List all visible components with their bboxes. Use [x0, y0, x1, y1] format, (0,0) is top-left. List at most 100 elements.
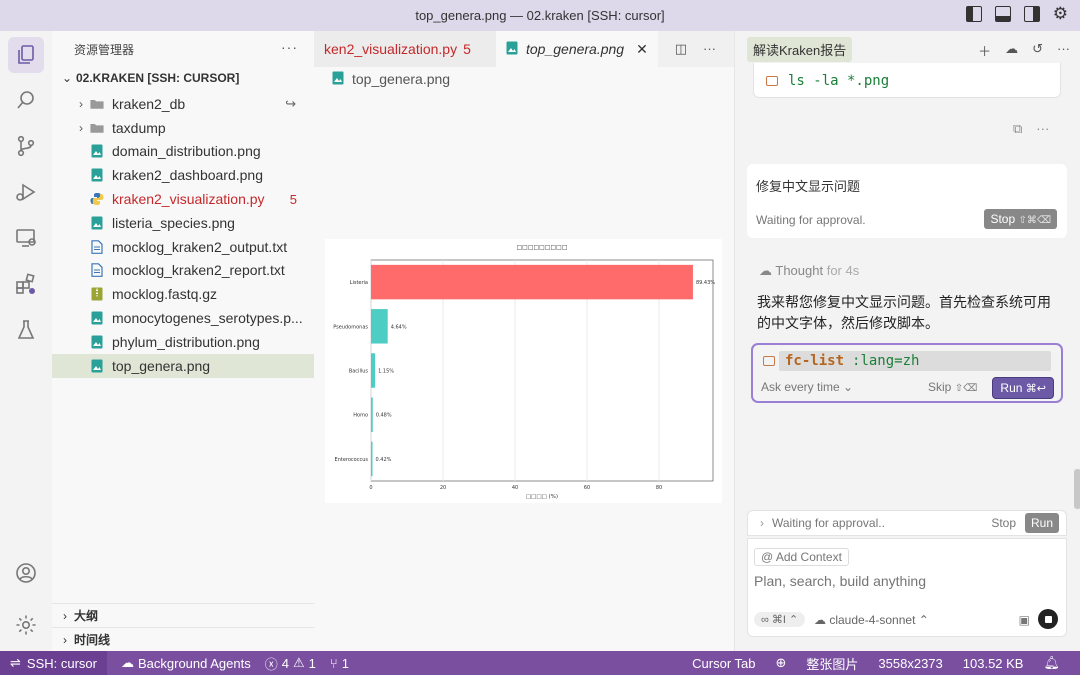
cursor-tab[interactable]: Cursor Tab	[692, 656, 755, 671]
file-item[interactable]: kraken2_visualization.py 5	[52, 187, 314, 211]
image-attach-icon[interactable]: ▣	[1019, 613, 1030, 627]
run-button[interactable]: Run ⌘↩	[992, 377, 1054, 399]
split-editor-icon[interactable]: ◫	[675, 41, 687, 57]
remote-indicator[interactable]: ⇌ SSH: cursor	[0, 651, 107, 675]
y-tick-label: Enterococcus	[335, 457, 369, 463]
toggle-panel-icon[interactable]	[994, 6, 1011, 22]
more-actions-icon[interactable]: ···	[703, 41, 716, 57]
error-count: 4	[281, 655, 289, 671]
image-dimensions: 3558x2373	[878, 655, 943, 671]
top-genera-chart: 0 20 40 60 80 Listeria 89.43% Pseudomonas 4.64% B…	[325, 239, 722, 503]
close-icon[interactable]: ✕	[636, 41, 648, 58]
problems-indicator[interactable]: ⓧ 4 ⚠ 1	[265, 654, 316, 673]
model-selector[interactable]: ☁ claude-4-sonnet ⌃	[814, 613, 929, 627]
tree-item-label: taxdump	[112, 119, 166, 136]
thought-label: Thought	[775, 263, 824, 278]
copy-icon[interactable]: ⧉	[1013, 121, 1022, 137]
brain-icon: ☁	[759, 263, 772, 278]
x-tick-label: 60	[584, 485, 590, 491]
bottom-run-button[interactable]: Run	[1024, 513, 1059, 533]
skip-button[interactable]: Skip ⇧⌫	[928, 380, 977, 394]
remote-explorer-icon[interactable]	[8, 220, 44, 256]
approval-status: Waiting for approval..	[772, 516, 885, 530]
settings-gear-icon[interactable]: ⚙	[1053, 5, 1068, 22]
chevron-right-icon[interactable]: ›	[760, 516, 764, 530]
more-actions-icon[interactable]: ···	[281, 39, 298, 55]
background-agents-label: Background Agents	[137, 655, 251, 671]
workspace-root[interactable]: ⌄ 02.KRAKEN [SSH: CURSOR]	[52, 67, 314, 89]
background-agents[interactable]: ☁ Background Agents	[121, 655, 251, 671]
chevron-right-icon: ›	[63, 608, 67, 623]
image-mode[interactable]: 整张图片	[806, 654, 858, 673]
thought-indicator[interactable]: ☁ Thought for 4s	[759, 263, 859, 279]
scrollbar-thumb[interactable]	[1074, 469, 1080, 509]
image-file-icon	[90, 334, 104, 350]
new-chat-icon[interactable]: ＋	[978, 41, 991, 60]
image-filesize: 103.52 KB	[962, 655, 1024, 671]
chat-input[interactable]	[754, 573, 1054, 589]
tree-item-label: kraken2_dashboard.png	[112, 167, 264, 184]
notifications-bell-icon[interactable]: 🔔︎	[1043, 655, 1060, 671]
file-item[interactable]: top_genera.png	[52, 353, 314, 378]
image-preview: 0 20 40 60 80 Listeria 89.43% Pseudomonas 4.64% B…	[314, 91, 734, 651]
tab-label: ken2_visualization.py	[324, 41, 458, 57]
command-name: fc-list	[785, 353, 845, 369]
account-icon[interactable]	[8, 555, 44, 591]
ports-indicator[interactable]: ⑂ 1	[330, 656, 349, 671]
explorer-icon[interactable]	[8, 37, 44, 73]
cloud-icon[interactable]: ☁	[1005, 41, 1018, 60]
more-actions-icon[interactable]: ···	[1057, 41, 1070, 60]
bottom-stop-button[interactable]: Stop	[991, 516, 1016, 530]
chart-bar	[371, 441, 373, 477]
run-debug-icon[interactable]	[8, 174, 44, 210]
extensions-icon[interactable]	[8, 266, 44, 302]
add-context-button[interactable]: @ Add Context	[754, 548, 849, 566]
more-actions-icon[interactable]: ···	[1036, 121, 1049, 137]
stop-label: Stop	[990, 212, 1016, 226]
mode-selector[interactable]: ∞ ⌘I ⌃	[754, 612, 806, 627]
ports-icon: ⑂	[329, 655, 338, 671]
timeline-label: 时间线	[74, 633, 111, 647]
chat-tab[interactable]: 解读Kraken报告	[747, 36, 853, 62]
breadcrumb-file[interactable]: top_genera.png	[352, 71, 450, 87]
folder-item[interactable]: › taxdump	[52, 116, 314, 140]
file-item[interactable]: mocklog_kraken2_output.txt	[52, 235, 314, 259]
command-text: ls -la *.png	[788, 73, 890, 89]
file-item[interactable]: mocklog_kraken2_report.txt	[52, 259, 314, 283]
tab-kraken2-visualization[interactable]: ken2_visualization.py 5	[314, 31, 496, 67]
file-item[interactable]: listeria_species.png	[52, 211, 314, 235]
ports-count: 1	[341, 655, 349, 671]
stop-button[interactable]: Stop ⇧⌘⌫	[984, 209, 1057, 229]
timeline-section[interactable]: › 时间线	[52, 627, 314, 651]
file-item[interactable]: mocklog.fastq.gz	[52, 282, 314, 306]
tree-item-label: mocklog_kraken2_report.txt	[112, 262, 285, 279]
tree-item-label: monocytogenes_serotypes.p...	[112, 310, 303, 327]
outline-section[interactable]: › 大纲	[52, 603, 314, 627]
y-tick-label: Bacillus	[349, 369, 369, 375]
x-tick-label: 40	[512, 485, 518, 491]
ask-every-time-dropdown[interactable]: Ask every time ⌄	[761, 380, 853, 394]
run-shortcut: ⌘↩	[1025, 383, 1046, 395]
model-label: claude-4-sonnet	[829, 613, 916, 627]
toggle-primary-sidebar-icon[interactable]	[965, 6, 982, 22]
chevron-down-icon: ⌄	[843, 380, 854, 394]
file-item[interactable]: phylum_distribution.png	[52, 330, 314, 354]
file-item[interactable]: domain_distribution.png	[52, 140, 314, 164]
window-title: top_genera.png — 02.kraken [SSH: cursor]	[415, 8, 665, 23]
toggle-secondary-sidebar-icon[interactable]	[1023, 6, 1040, 22]
file-item[interactable]: monocytogenes_serotypes.p...	[52, 306, 314, 330]
terminal-icon	[766, 76, 778, 86]
testing-flask-icon[interactable]	[8, 312, 44, 348]
folder-item[interactable]: › kraken2_db ↪	[52, 92, 314, 116]
manage-gear-icon[interactable]	[8, 607, 44, 643]
y-tick-label: Pseudomonas	[333, 324, 368, 330]
x-tick-label: 0	[369, 485, 372, 491]
history-icon[interactable]: ↺	[1032, 41, 1043, 60]
search-icon[interactable]	[8, 82, 44, 118]
file-item[interactable]: kraken2_dashboard.png	[52, 163, 314, 187]
stop-generation-icon[interactable]	[1038, 609, 1058, 629]
image-file-icon	[90, 358, 104, 374]
zoom-icon[interactable]: ⊕	[776, 655, 787, 671]
tab-top-genera[interactable]: top_genera.png ✕	[496, 31, 658, 67]
source-control-icon[interactable]	[8, 128, 44, 164]
